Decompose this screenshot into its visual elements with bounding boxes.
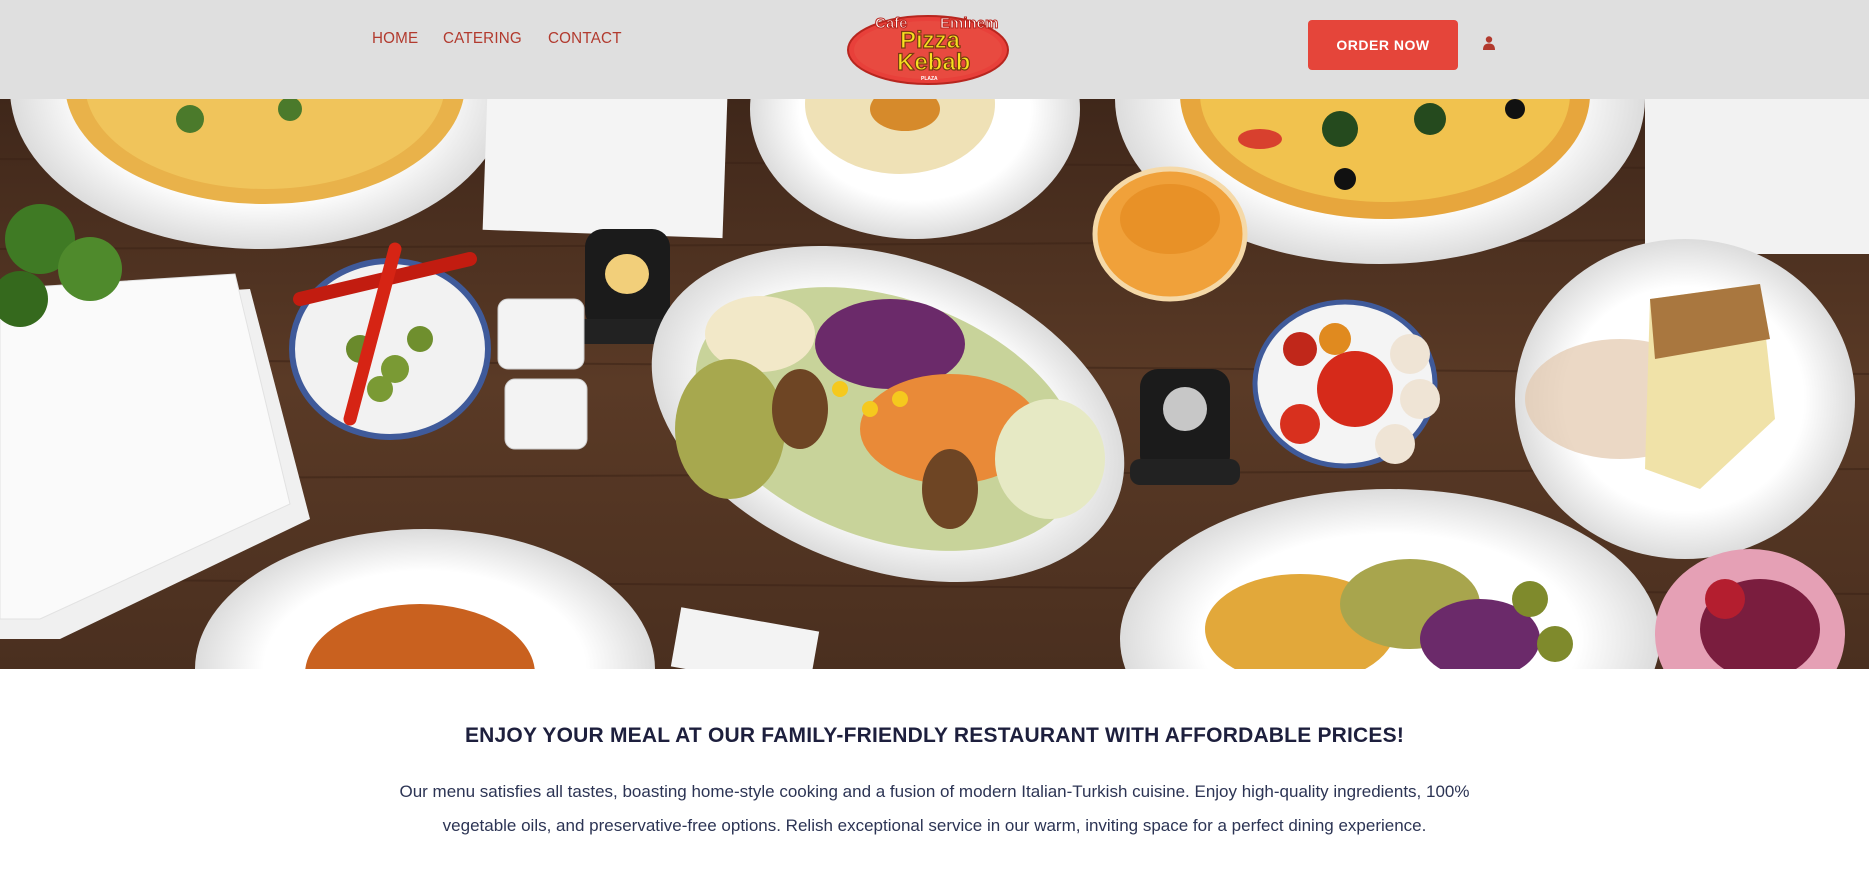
dessert-plate bbox=[1515, 239, 1855, 559]
veggie-bowl bbox=[1252, 299, 1440, 469]
order-now-button[interactable]: ORDER NOW bbox=[1308, 20, 1458, 70]
main-nav: HOME CATERING CONTACT bbox=[372, 30, 625, 48]
nav-contact[interactable]: CONTACT bbox=[548, 30, 622, 48]
intro-headline: ENJOY YOUR MEAL AT OUR FAMILY-FRIENDLY R… bbox=[464, 724, 1405, 747]
nav-catering[interactable]: CATERING bbox=[443, 30, 522, 48]
user-icon[interactable] bbox=[1482, 35, 1496, 51]
intro-section: ENJOY YOUR MEAL AT OUR FAMILY-FRIENDLY R… bbox=[0, 669, 1869, 887]
svg-text:Kebab: Kebab bbox=[897, 49, 970, 76]
lantern-right bbox=[1130, 369, 1240, 485]
hero-image bbox=[0, 99, 1869, 669]
restaurant-logo[interactable]: Cafe Eminem Pizza Kebab PLAZA bbox=[845, 6, 1011, 86]
nav-home[interactable]: HOME bbox=[372, 30, 418, 48]
tea-glass bbox=[1092, 166, 1248, 302]
site-header: HOME CATERING CONTACT Cafe Eminem Pizza … bbox=[0, 0, 1869, 99]
svg-text:PLAZA: PLAZA bbox=[921, 76, 938, 82]
intro-description: Our menu satisfies all tastes, boasting … bbox=[399, 782, 1470, 835]
food-table-illustration bbox=[0, 99, 1869, 669]
